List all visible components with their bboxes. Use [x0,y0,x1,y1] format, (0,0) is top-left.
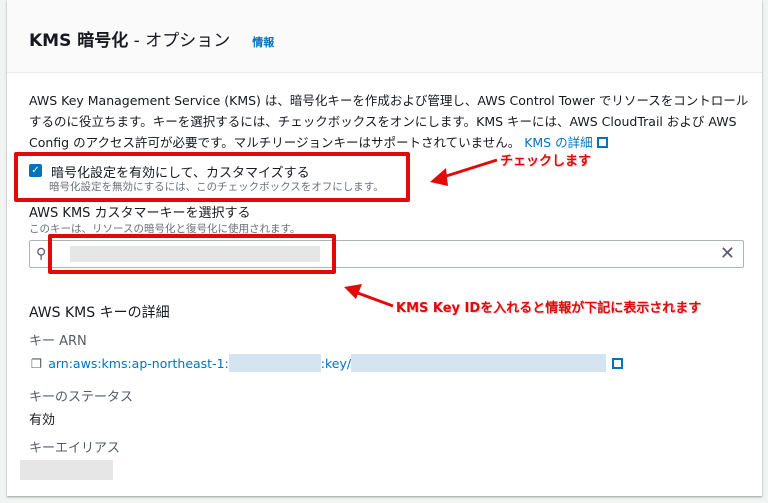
arrow-head-icon [430,168,448,186]
arrow-icon [439,158,498,180]
arrow-head-icon [344,284,362,299]
annotation-arrows [344,158,498,308]
arrow-icon [354,290,394,308]
